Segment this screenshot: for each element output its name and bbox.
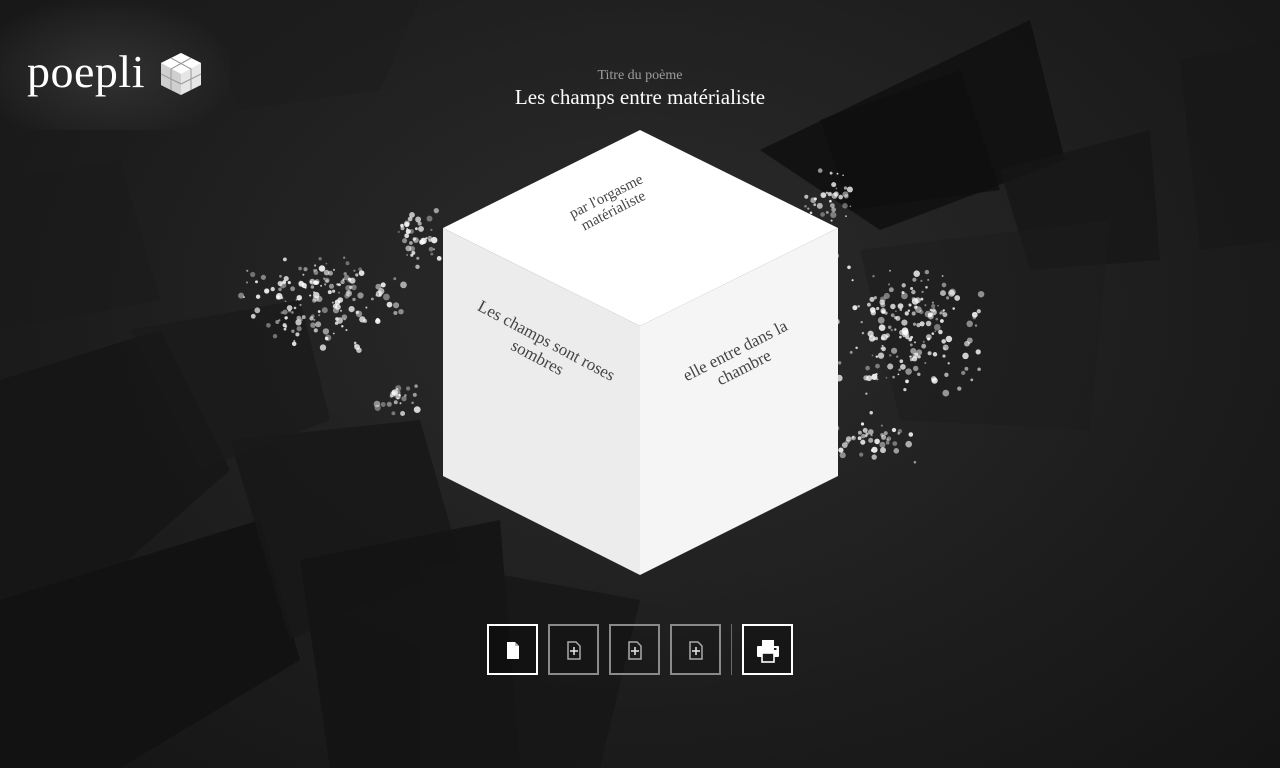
add-page-button-3[interactable] [670, 624, 721, 675]
page-icon [507, 642, 519, 659]
print-button[interactable] [742, 624, 793, 675]
page-plus-icon [689, 641, 703, 660]
page-plus-icon [628, 641, 642, 660]
add-page-button-1[interactable] [548, 624, 599, 675]
toolbar [487, 624, 807, 675]
add-page-button-2[interactable] [609, 624, 660, 675]
page-plus-icon [567, 641, 581, 660]
poem-stage: poepli Titre du poème Les champs entre m… [0, 0, 1280, 768]
toolbar-divider [731, 624, 732, 675]
page-button[interactable] [487, 624, 538, 675]
printer-icon [757, 640, 779, 663]
